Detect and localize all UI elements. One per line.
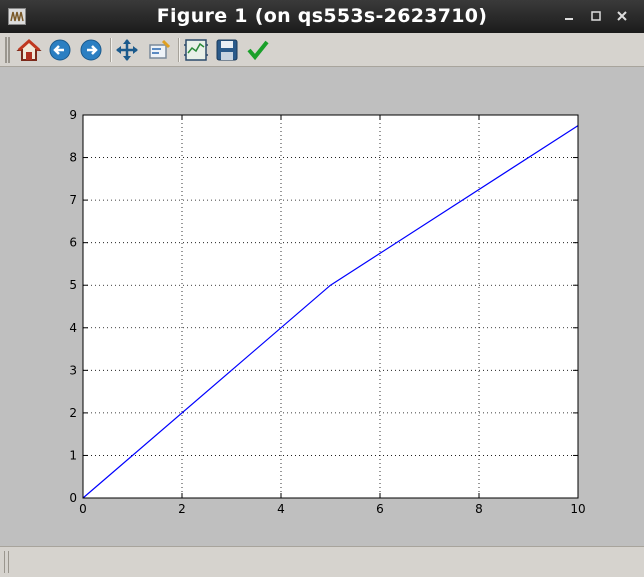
x-tick-label: 2 xyxy=(178,502,186,516)
y-tick-label: 9 xyxy=(69,108,77,122)
status-bar xyxy=(0,546,644,577)
home-button[interactable] xyxy=(16,37,42,63)
back-button[interactable] xyxy=(47,37,73,63)
minimize-button[interactable] xyxy=(560,7,578,25)
y-tick-label: 5 xyxy=(69,278,77,292)
home-icon xyxy=(16,38,42,61)
zoom-rect-icon xyxy=(149,39,171,59)
checkmark-icon xyxy=(247,40,269,61)
y-tick-label: 8 xyxy=(69,151,77,165)
maximize-button[interactable] xyxy=(587,7,605,25)
floppy-save-icon xyxy=(216,39,238,61)
window-title: Figure 1 (on qs553s-2623710) xyxy=(156,5,488,27)
toolbar-grip[interactable] xyxy=(5,37,10,63)
subplots-button[interactable] xyxy=(183,37,209,63)
y-tick-label: 4 xyxy=(69,321,77,335)
y-tick-label: 1 xyxy=(69,448,77,462)
x-tick-label: 10 xyxy=(570,502,585,516)
line-plot[interactable]: 0 2 4 6 8 10 0 1 2 3 4 5 6 7 8 9 xyxy=(0,67,644,546)
subplots-config-icon xyxy=(184,39,208,61)
x-tick-label: 8 xyxy=(475,502,483,516)
figure-canvas[interactable]: 0 2 4 6 8 10 0 1 2 3 4 5 6 7 8 9 xyxy=(0,67,644,546)
forward-arrow-icon xyxy=(80,39,102,61)
forward-button[interactable] xyxy=(78,37,104,63)
save-button[interactable] xyxy=(214,37,240,63)
axes-background xyxy=(83,115,578,498)
zoom-button[interactable] xyxy=(146,37,172,63)
x-tick-label: 4 xyxy=(277,502,285,516)
pan-button[interactable] xyxy=(114,37,140,63)
edit-parameters-button[interactable] xyxy=(245,37,271,63)
x-tick-label: 0 xyxy=(79,502,87,516)
x-tick-label: 6 xyxy=(376,502,384,516)
minimize-icon xyxy=(565,18,573,20)
navigation-toolbar xyxy=(0,33,644,67)
maximize-icon xyxy=(591,11,601,21)
y-tick-label: 6 xyxy=(69,236,77,250)
y-tick-label: 3 xyxy=(69,363,77,377)
toolbar-separator xyxy=(110,38,112,62)
statusbar-grip[interactable] xyxy=(4,551,9,573)
y-tick-label: 2 xyxy=(69,406,77,420)
toolbar-separator xyxy=(178,38,180,62)
y-tick-label: 0 xyxy=(69,491,77,505)
window-title-bar[interactable]: Figure 1 (on qs553s-2623710) xyxy=(0,0,644,33)
y-tick-label: 7 xyxy=(69,193,77,207)
back-arrow-icon xyxy=(49,39,71,61)
pan-arrows-icon xyxy=(116,39,138,61)
close-button[interactable] xyxy=(613,7,631,25)
close-icon xyxy=(617,11,627,21)
